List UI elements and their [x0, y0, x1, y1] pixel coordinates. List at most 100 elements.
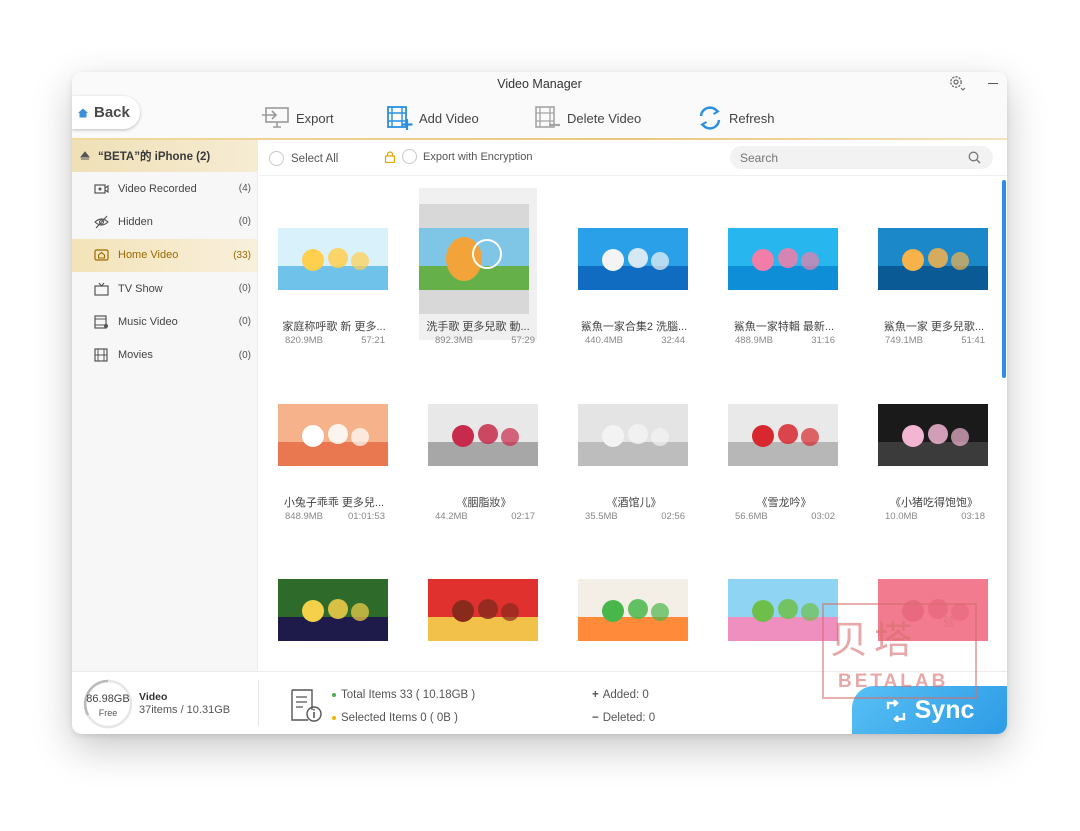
video-duration: 32:44 — [661, 335, 685, 346]
video-thumbnail — [728, 228, 838, 290]
sidebar-item-movies[interactable]: Movies (0) — [72, 338, 257, 371]
sidebar-item-label: Music Video — [118, 315, 178, 328]
video-card[interactable]: 《酒馆儿》 35.5MB 02:56 — [569, 364, 688, 522]
sidebar-item-count: (33) — [233, 249, 251, 261]
sidebar-item-count: (0) — [238, 316, 251, 328]
add-video-button[interactable]: Add Video — [386, 104, 479, 132]
video-thumbnail — [578, 404, 688, 466]
video-size: 749.1MB — [885, 335, 924, 346]
video-thumbnail — [419, 204, 529, 314]
back-label: Back — [94, 104, 130, 121]
video-duration: 51:41 — [961, 335, 985, 346]
video-size: 10.0MB — [885, 511, 918, 522]
sidebar-item-hidden[interactable]: Hidden (0) — [72, 205, 257, 238]
video-title: 鯊魚一家合集2 洗腦... — [580, 321, 688, 333]
video-size: 35.5MB — [585, 511, 618, 522]
video-duration: 03:18 — [961, 511, 985, 522]
add-video-icon — [387, 106, 413, 130]
free-space-label: Free — [98, 708, 118, 718]
video-size: 848.9MB — [285, 511, 324, 522]
video-size: 488.9MB — [735, 335, 774, 346]
eye-hidden-icon — [94, 215, 109, 229]
video-card[interactable]: 《小鸡小鸡》 — [269, 539, 388, 671]
delete-video-label: Delete Video — [567, 110, 642, 126]
video-title: 《酒馆儿》 — [606, 497, 662, 509]
sidebar-item-home-video[interactable]: Home Video (33) — [72, 238, 257, 272]
video-card[interactable]: 《雪龙吟》 56.6MB 03:02 — [719, 364, 838, 522]
sidebar-item-label: Movies — [118, 349, 153, 362]
video-card[interactable]: 鯊魚一家特輯 最新... 488.9MB 31:16 — [719, 188, 838, 346]
device-row[interactable]: “BETA”的 iPhone (2) — [72, 140, 257, 172]
video-card[interactable]: 一起來做果汁 ｜ 最... — [869, 539, 988, 671]
music-video-icon — [94, 315, 108, 329]
export-encryption-checkbox[interactable] — [402, 149, 417, 164]
select-all-label: Select All — [291, 152, 339, 165]
select-all-checkbox[interactable] — [269, 151, 284, 166]
lock-icon — [384, 150, 396, 163]
search-icon[interactable] — [968, 151, 981, 164]
video-duration: 02:17 — [511, 511, 535, 522]
video-meta: 749.1MB 51:41 — [885, 335, 985, 346]
sidebar-item-label: Video Recorded — [118, 182, 197, 195]
delete-video-icon — [535, 106, 560, 128]
deleted-text: Deleted: 0 — [602, 712, 656, 724]
video-card[interactable]: 《小猪吃得饱饱》 10.0MB 03:18 — [869, 364, 988, 522]
video-duration: 02:56 — [661, 511, 685, 522]
video-meta: 848.9MB 01:01:53 — [285, 511, 385, 522]
video-card[interactable]: 鯊魚一家 更多兒歌... 749.1MB 51:41 — [869, 188, 988, 346]
select-all[interactable]: Select All — [269, 151, 338, 166]
total-items: Total Items 33 ( 10.18GB ) — [332, 689, 475, 701]
video-size: 892.3MB — [435, 335, 474, 346]
video-title: 《小猪吃得饱饱》 — [890, 497, 978, 509]
home-video-icon — [94, 249, 109, 261]
video-card[interactable]: 《胭脂妝》 44.2MB 02:17 — [419, 364, 538, 522]
video-meta: 44.2MB 02:17 — [435, 511, 535, 522]
video-title: 《胭脂妝》 — [456, 497, 512, 509]
selected-dot — [332, 715, 336, 720]
video-thumbnail — [578, 579, 688, 641]
tv-icon — [94, 282, 109, 296]
video-storage-info: 37items / 10.31GB — [139, 704, 231, 716]
video-card[interactable]: 鯊魚一家合集2 洗腦... 440.4MB 32:44 — [569, 188, 688, 346]
deleted-count: − Deleted: 0 — [592, 712, 655, 724]
video-card[interactable]: 《拜年啦》 — [419, 539, 538, 671]
settings-gear-icon[interactable] — [948, 74, 966, 92]
video-card[interactable]: 小兔子乖乖 更多兒... 848.9MB 01:01:53 — [269, 364, 388, 522]
refresh-button[interactable]: Refresh — [697, 104, 775, 132]
content-header: Select All Export with Encryption — [259, 140, 1007, 176]
selected-items: Selected Items 0 ( 0B ) — [332, 712, 458, 724]
delete-video-button[interactable]: Delete Video — [534, 104, 641, 132]
video-card[interactable]: 洗手歌 更多兒歌 動... 892.3MB 57:29 — [419, 188, 537, 346]
video-card[interactable]: ABC字母歌 | 和Jo... — [569, 539, 688, 671]
video-duration: 31:16 — [811, 335, 835, 346]
search-box — [730, 146, 993, 169]
export-encryption[interactable]: Export with Encryption — [384, 149, 532, 164]
video-thumbnail — [578, 228, 688, 290]
video-card[interactable]: Rua！我是大恐龍！... — [719, 539, 838, 671]
film-icon — [94, 348, 108, 362]
back-button[interactable]: Back — [72, 96, 140, 129]
added-text: Added: 0 — [602, 689, 649, 701]
sidebar-item-count: (0) — [238, 216, 251, 228]
sidebar-item-video-recorded[interactable]: Video Recorded (4) — [72, 172, 257, 205]
sidebar: “BETA”的 iPhone (2) Video Recorded (4) Hidd… — [72, 140, 258, 671]
video-grid: 家庭称呼歌 新 更多... 820.9MB 57:21 洗手歌 更多兒歌 動... 89… — [259, 176, 1007, 671]
minus-icon: − — [592, 712, 599, 724]
minimize-button[interactable] — [988, 83, 998, 85]
video-title: 家庭称呼歌 新 更多... — [282, 321, 386, 333]
scrollbar[interactable] — [1002, 180, 1006, 378]
search-input[interactable] — [740, 150, 955, 165]
sidebar-item-music-video[interactable]: Music Video (0) — [72, 305, 257, 338]
video-duration: 57:29 — [511, 335, 535, 346]
sync-icon — [886, 699, 905, 722]
video-thumbnail — [878, 228, 988, 290]
status-footer: 86.98GB Free Video 37items / 10.31GB Tot… — [72, 671, 1007, 734]
video-thumbnail — [278, 579, 388, 641]
sync-button[interactable]: Sync — [852, 686, 1007, 734]
sidebar-item-tv-show[interactable]: TV Show (0) — [72, 272, 257, 305]
export-icon — [262, 107, 289, 128]
video-card[interactable]: 家庭称呼歌 新 更多... 820.9MB 57:21 — [269, 188, 388, 346]
video-meta: 488.9MB 31:16 — [735, 335, 835, 346]
export-button[interactable]: Export — [262, 104, 334, 132]
device-name: “BETA”的 iPhone (2) — [98, 151, 211, 163]
